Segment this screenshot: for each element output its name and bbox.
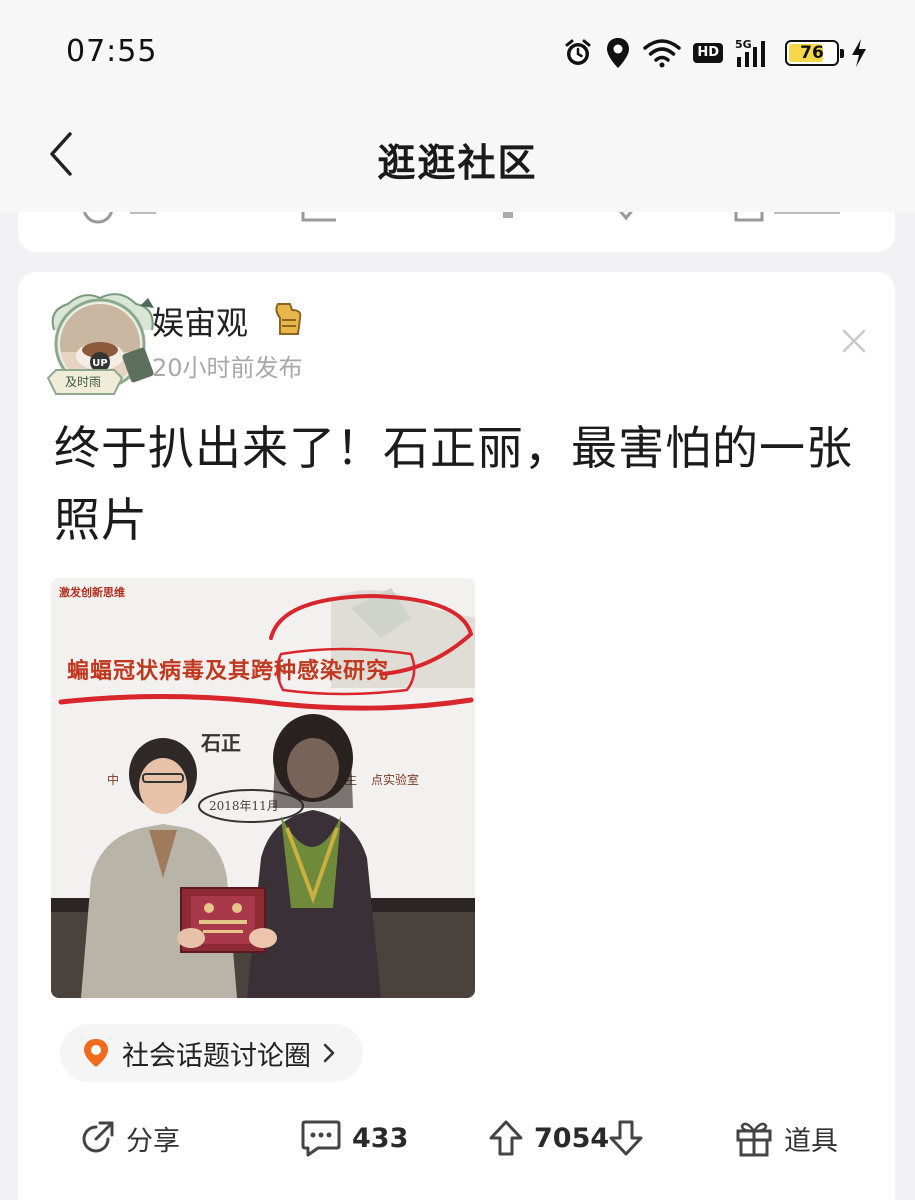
topic-label: 社会话题讨论圈 — [122, 1040, 311, 1072]
thumb-badge-icon — [275, 303, 302, 335]
upvote-icon — [489, 1120, 523, 1156]
previous-post-card — [18, 212, 895, 252]
post-title[interactable]: 终于扒出来了！石正丽，最害怕的一张照片 — [54, 412, 854, 556]
battery-level: 76 — [800, 43, 824, 63]
topic-tag[interactable]: 社会话题讨论圈 — [60, 1024, 363, 1082]
location-icon — [607, 38, 630, 68]
props-button[interactable]: 道具 — [734, 1110, 838, 1166]
chevron-right-icon — [323, 1043, 335, 1063]
wifi-icon — [643, 39, 682, 68]
status-icons: HD 5G 76 — [563, 34, 867, 72]
banner-date: 2018年11月 — [209, 799, 279, 813]
downvote-icon — [609, 1120, 643, 1156]
comment-button[interactable]: 433 — [300, 1110, 408, 1166]
previous-action-icons — [83, 212, 840, 224]
post-time: 20小时前发布 — [152, 354, 303, 382]
svg-text:UP: UP — [92, 358, 107, 369]
banner-top-left: 激发创新思维 — [59, 585, 125, 599]
nav-bar: 逛逛社区 — [0, 100, 915, 212]
action-bar: 分享 433 7054 道具 — [18, 1110, 895, 1166]
avatar-caption: 及时雨 — [64, 375, 101, 389]
hd-icon: HD — [693, 43, 723, 63]
upvote-count: 7054 — [534, 1122, 610, 1154]
affiliation-line-end: 点实验室 — [371, 772, 419, 787]
charging-icon — [852, 39, 866, 67]
signal-icon: 5G — [735, 38, 765, 67]
page-title: 逛逛社区 — [377, 141, 538, 185]
status-time: 07:55 — [66, 34, 158, 69]
author-name[interactable]: 娱宙观 — [152, 298, 248, 344]
share-button[interactable]: 分享 — [78, 1110, 180, 1166]
share-label: 分享 — [126, 1125, 180, 1157]
props-label: 道具 — [784, 1125, 838, 1157]
post-image[interactable]: 激发创新思维 蝙蝠冠状病毒及其跨种感染研究 石正 中 性病原及生 点实验室 20… — [51, 578, 475, 998]
affiliation-line: 中 — [107, 772, 119, 787]
speaker-name: 石正 — [200, 731, 241, 755]
comment-count: 433 — [352, 1122, 409, 1154]
comment-icon — [301, 1120, 341, 1157]
post-card[interactable]: UP 及时雨 娱宙观 20小时前发布 终于扒出来了！石正丽，最害怕的一张照片 激… — [18, 272, 895, 1200]
svg-text:5G: 5G — [735, 38, 752, 51]
post-photo: 激发创新思维 蝙蝠冠状病毒及其跨种感染研究 石正 中 性病原及生 点实验室 20… — [51, 578, 475, 998]
alarm-icon — [565, 39, 591, 65]
battery-icon: 76 — [785, 40, 844, 66]
upvote-button[interactable]: 7054 — [488, 1110, 609, 1166]
share-icon — [82, 1121, 114, 1153]
location-pin-icon — [84, 1039, 108, 1067]
banner-headline: 蝙蝠冠状病毒及其跨种感染研究 — [67, 658, 389, 684]
status-bar: 07:55 HD 5G 76 — [0, 0, 915, 100]
downvote-button[interactable] — [608, 1110, 644, 1166]
close-icon[interactable] — [841, 328, 867, 354]
gift-icon — [736, 1122, 772, 1157]
